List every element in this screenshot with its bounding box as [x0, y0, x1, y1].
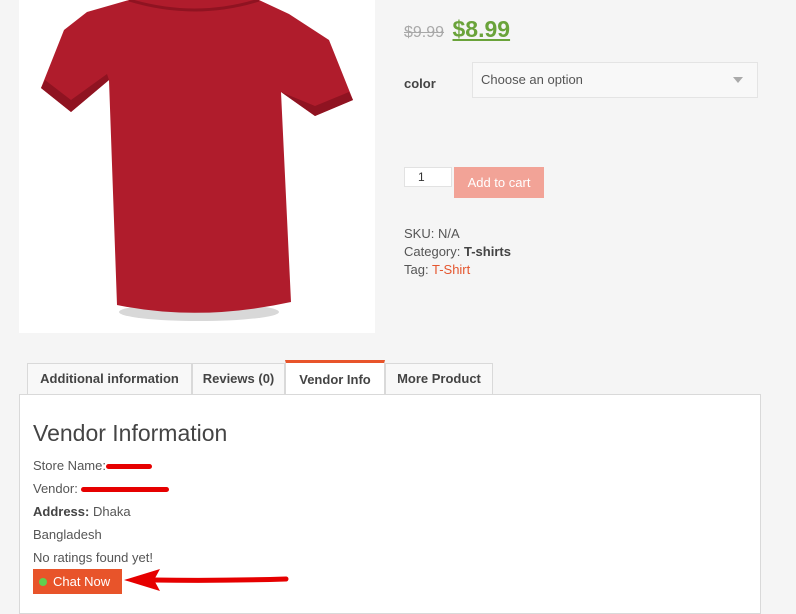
tab-more-product[interactable]: More Product [385, 363, 493, 395]
category-line: Category: T-shirts [404, 244, 511, 259]
address-label: Address: [33, 504, 90, 519]
chat-now-label: Chat Now [53, 574, 111, 589]
t-shirt-image [41, 0, 353, 321]
annotation-arrow-icon [124, 569, 289, 591]
sku-line: SKU: N/A [404, 226, 460, 241]
vendor-label: Vendor: [33, 481, 78, 496]
sale-price: $8.99 [452, 16, 511, 42]
price-row: $9.99 $8.99 [404, 16, 510, 43]
category-value[interactable]: T-shirts [464, 244, 511, 259]
chat-now-button[interactable]: Chat Now [33, 569, 122, 594]
address-line: Address: Dhaka [33, 504, 131, 519]
ratings-text: No ratings found yet! [33, 550, 153, 565]
vendor-info-title: Vendor Information [33, 420, 228, 446]
old-price: $9.99 [404, 24, 445, 41]
address-country: Bangladesh [33, 527, 102, 542]
tab-vendor-info[interactable]: Vendor Info [285, 360, 385, 396]
sku-label: SKU: [404, 226, 435, 241]
color-select[interactable]: Choose an option [472, 62, 758, 98]
category-label: Category: [404, 244, 461, 259]
tab-reviews[interactable]: Reviews (0) [192, 363, 285, 395]
tag-label: Tag: [404, 262, 429, 277]
store-name-label: Store Name: [33, 458, 106, 473]
redacted-mark [81, 485, 170, 493]
add-to-cart-button[interactable]: Add to cart [454, 167, 544, 198]
redacted-mark [105, 462, 152, 470]
tag-link[interactable]: T-Shirt [432, 262, 470, 277]
store-name-line: Store Name: [33, 458, 152, 473]
tag-line: Tag: T-Shirt [404, 262, 470, 277]
vendor-line: Vendor: [33, 481, 170, 496]
sku-value: N/A [437, 226, 460, 241]
online-status-icon [39, 577, 47, 586]
quantity-input[interactable]: 1 [404, 167, 452, 187]
product-image[interactable] [19, 0, 375, 333]
tab-additional-information[interactable]: Additional information [27, 363, 192, 395]
color-label: color [404, 76, 436, 91]
chevron-down-icon [733, 77, 743, 83]
address-city: Dhaka [92, 504, 131, 519]
color-select-value: Choose an option [481, 72, 583, 87]
